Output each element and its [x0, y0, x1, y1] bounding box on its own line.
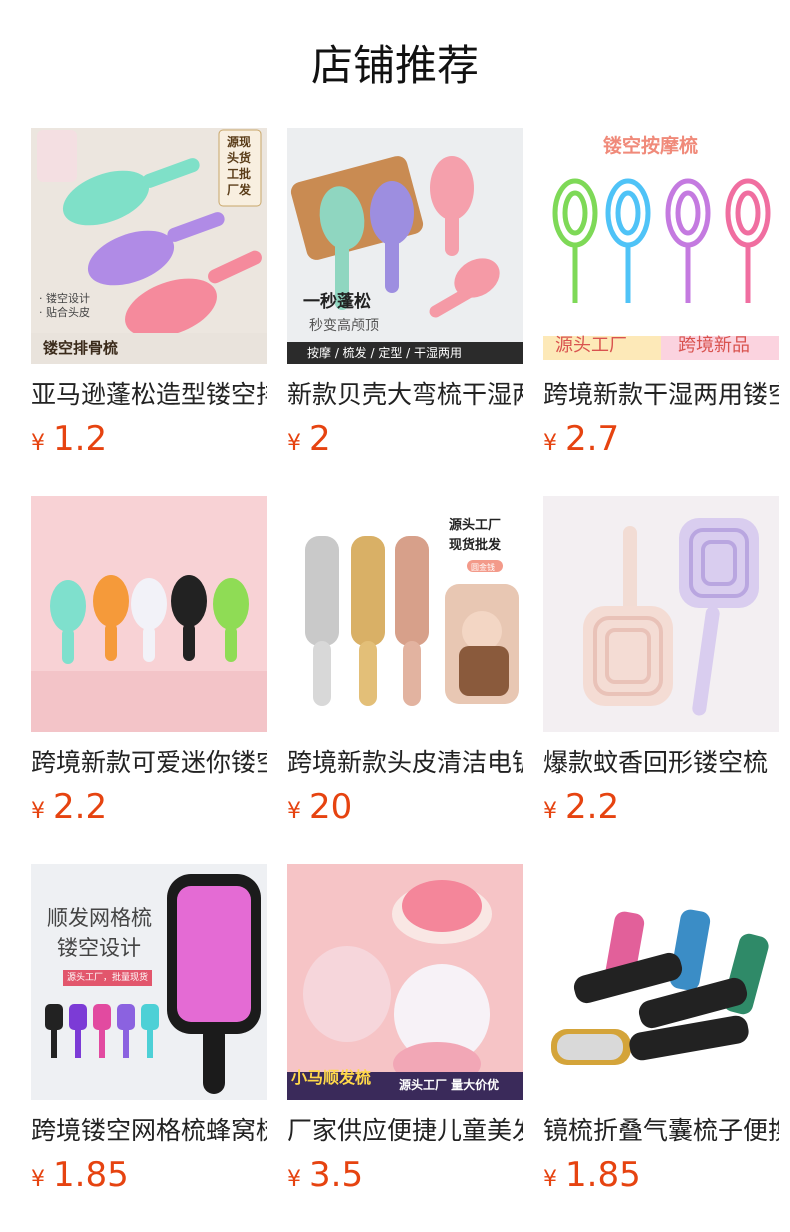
price-value: 3.5 [309, 1155, 364, 1195]
product-price: ¥20 [287, 786, 352, 828]
page-title: 店铺推荐 [310, 41, 479, 90]
currency-symbol: ¥ [287, 799, 301, 824]
price-value: 1.85 [53, 1155, 129, 1195]
image-tag: 跨境新品 [678, 335, 750, 356]
image-headline: 镂空按摩梳 [603, 135, 699, 157]
currency-symbol: ¥ [543, 1167, 557, 1192]
price-value: 1.85 [565, 1155, 641, 1195]
product-name[interactable]: 厂家供应便捷儿童美发梳 [287, 1114, 523, 1148]
image-subheadline: 秒变高颅顶 [309, 318, 379, 334]
image-headline: 一秒蓬松 [303, 292, 371, 312]
product-image[interactable]: 小马顺发梳 源头工厂 量大价优 [287, 864, 523, 1100]
image-tag: 小马顺发梳 [291, 1068, 372, 1087]
image-headline: 源头工厂 [449, 518, 502, 533]
product-price: ¥1.2 [31, 418, 107, 460]
product-name[interactable]: 镜梳折叠气囊梳子便携 [543, 1114, 779, 1148]
product-name[interactable]: 跨境新款干湿两用镂空按摩梳 [543, 378, 779, 412]
currency-symbol: ¥ [543, 431, 557, 456]
product-image[interactable]: 镂空按摩梳 源头工厂 跨境新品 [543, 128, 779, 364]
product-price: ¥1.85 [543, 1154, 641, 1196]
currency-symbol: ¥ [287, 431, 301, 456]
price-value: 2.2 [565, 787, 620, 827]
product-name[interactable]: 跨境新款可爱迷你镂空梳 [31, 746, 267, 780]
price-value: 2 [309, 419, 331, 459]
image-bullet: · 贴合头皮 [39, 306, 90, 319]
image-headline: 镂空设计 [57, 936, 141, 960]
product-price: ¥3.5 [287, 1154, 363, 1196]
image-caption: 镂空排骨梳 [43, 339, 119, 357]
product-image[interactable]: 一秒蓬松 秒变高颅顶 按摩 / 梳发 / 定型 / 干湿两用 [287, 128, 523, 364]
massage-comb-icon [543, 128, 779, 364]
product-image[interactable]: 源现 头货 工批 厂发 · 镂空设计 · 贴合头皮 镂空排骨梳 [31, 128, 267, 364]
product-image[interactable] [31, 496, 267, 732]
product-name[interactable]: 跨境新款头皮清洁电镀梳 [287, 746, 523, 780]
image-tag: 源头工厂 量大价优 [399, 1078, 500, 1092]
image-footer: 按摩 / 梳发 / 定型 / 干湿两用 [307, 346, 463, 360]
product-name[interactable]: 跨境镂空网格梳蜂窝梳 [31, 1114, 267, 1148]
currency-symbol: ¥ [287, 1167, 301, 1192]
image-chip: 源头工厂，批量现货 [63, 970, 153, 986]
product-price: ¥2.2 [31, 786, 107, 828]
image-headline: 顺发网格梳 [47, 906, 152, 930]
product-image[interactable]: 源头工厂 现货批发 圆金钱 [287, 496, 523, 732]
mini-brush-icon [31, 496, 267, 732]
product-price: ¥1.85 [31, 1154, 129, 1196]
price-value: 2.2 [53, 787, 108, 827]
image-tag: 源头工厂 [555, 335, 627, 356]
product-name[interactable]: 爆款蚊香回形镂空梳 [543, 746, 779, 780]
spiral-brush-icon [543, 496, 779, 732]
currency-symbol: ¥ [31, 1167, 45, 1192]
product-name[interactable]: 亚马逊蓬松造型镂空排骨梳 [31, 378, 267, 412]
price-value: 2.7 [565, 419, 620, 459]
product-price: ¥2 [287, 418, 331, 460]
currency-symbol: ¥ [31, 799, 45, 824]
product-name[interactable]: 新款贝壳大弯梳干湿两用 [287, 378, 523, 412]
product-image[interactable] [543, 496, 779, 732]
product-image[interactable]: 顺发网格梳 镂空设计 源头工厂，批量现货 [31, 864, 267, 1100]
image-badge: 源现 头货 工批 厂发 [227, 135, 252, 197]
product-price: ¥2.7 [543, 418, 619, 460]
price-value: 20 [309, 787, 353, 827]
price-value: 1.2 [53, 419, 108, 459]
folding-mirror-comb-icon [543, 864, 779, 1100]
currency-symbol: ¥ [31, 431, 45, 456]
unicorn-brush-icon [287, 864, 523, 1100]
product-image[interactable] [543, 864, 779, 1100]
currency-symbol: ¥ [543, 799, 557, 824]
product-price: ¥2.2 [543, 786, 619, 828]
image-headline: 现货批发 [449, 538, 502, 553]
image-chip: 圆金钱 [471, 563, 495, 572]
